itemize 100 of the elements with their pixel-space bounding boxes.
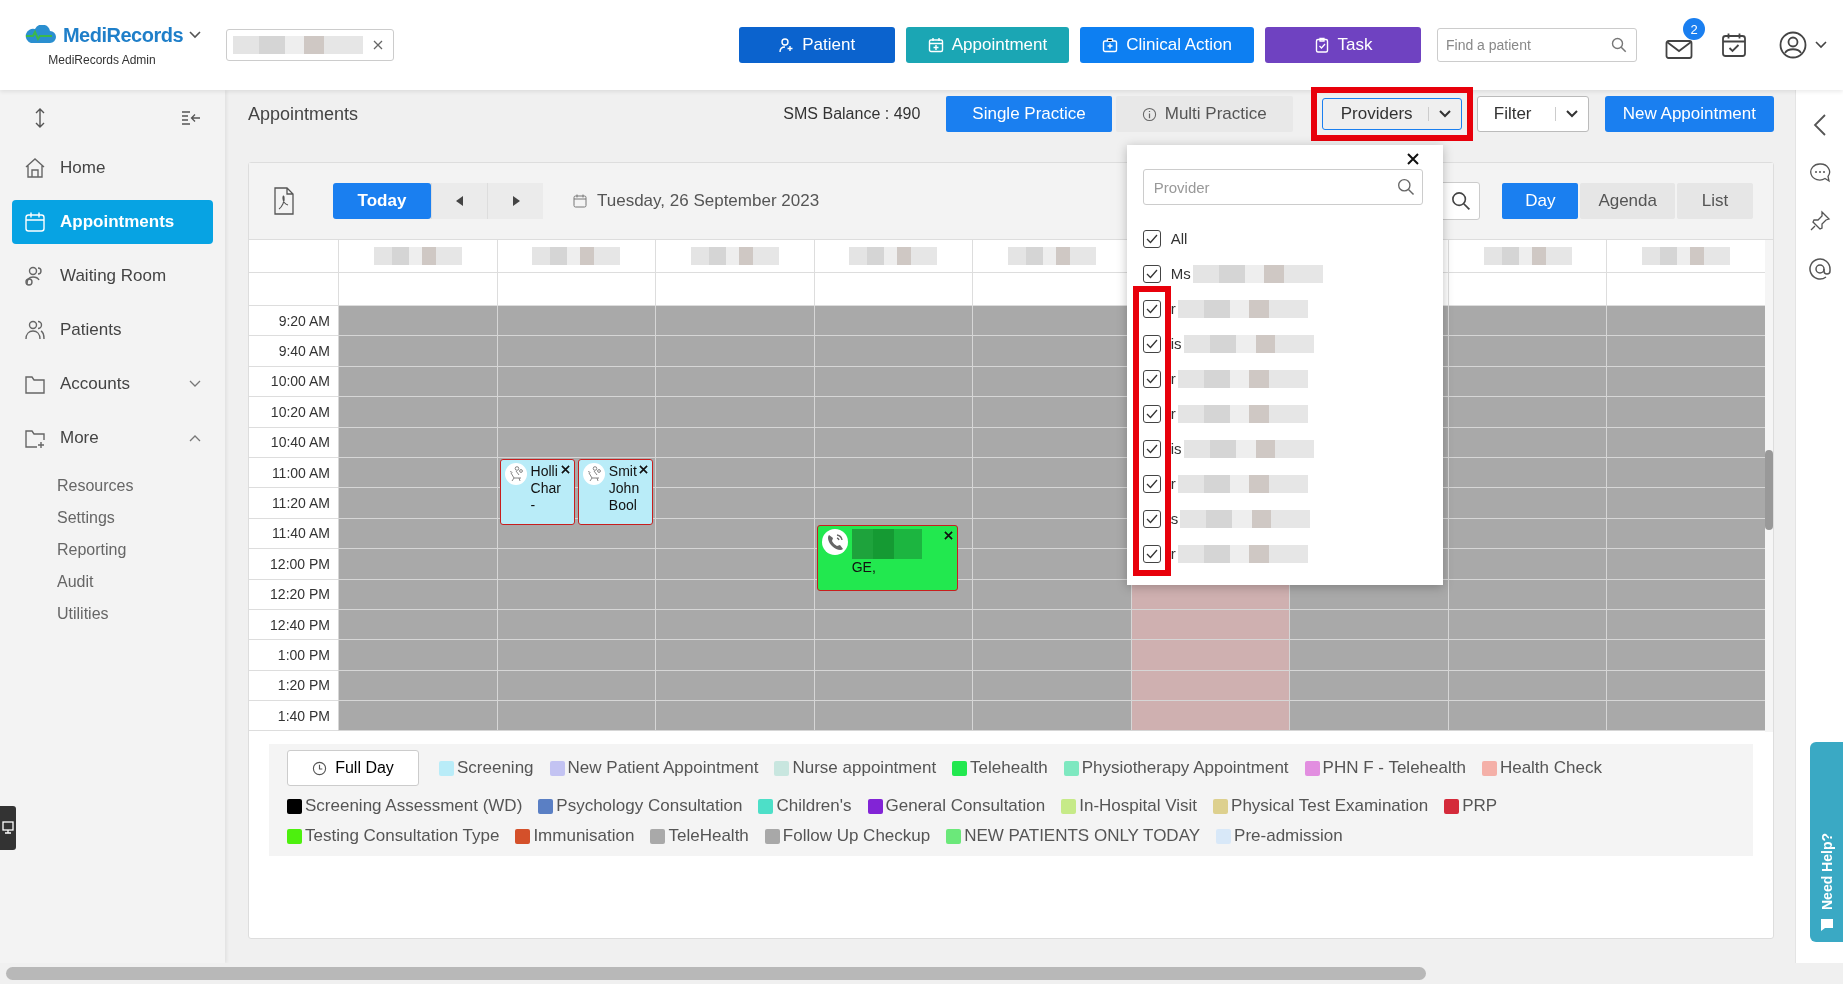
- appointment-card[interactable]: Smit John Bool: [577, 459, 654, 525]
- today-button[interactable]: Today: [333, 183, 431, 219]
- practice-mode-button[interactable]: Multi Practice: [1115, 96, 1293, 132]
- calendar-icon[interactable]: [1721, 32, 1747, 58]
- submenu-item[interactable]: Resources: [12, 470, 213, 502]
- checkbox[interactable]: [1142, 229, 1161, 248]
- practice-mode-button[interactable]: Single Practice: [946, 96, 1112, 132]
- action-button[interactable]: Task: [1265, 27, 1421, 63]
- notification-badge: 2: [1683, 18, 1705, 40]
- triangle-right-icon: [511, 196, 520, 206]
- clear-icon[interactable]: [373, 40, 383, 50]
- close-icon[interactable]: [639, 465, 649, 474]
- submenu-item[interactable]: Audit: [12, 566, 213, 598]
- view-tab[interactable]: List: [1677, 183, 1753, 219]
- pdf-icon[interactable]: [273, 187, 295, 215]
- provider-name[interactable]: s: [1170, 510, 1179, 527]
- scrollbar-thumb[interactable]: [6, 967, 1426, 980]
- chat-bubble-icon: [1818, 918, 1835, 932]
- folder-icon: [24, 373, 46, 395]
- checkbox[interactable]: [1142, 509, 1161, 528]
- caret-icon[interactable]: [1815, 41, 1827, 49]
- checkbox[interactable]: [1142, 474, 1161, 493]
- submenu-item[interactable]: Settings: [12, 502, 213, 534]
- mail-icon[interactable]: [1665, 38, 1693, 60]
- appointment-card[interactable]: GE,: [816, 524, 959, 591]
- close-icon[interactable]: [1406, 153, 1419, 165]
- checkbox[interactable]: [1142, 439, 1161, 458]
- schedule-column[interactable]: Holli Char - Smit John Bool: [496, 306, 656, 732]
- sidebar-item[interactable]: Patients: [12, 308, 213, 352]
- practice-field[interactable]: [226, 29, 394, 61]
- checkbox[interactable]: [1142, 544, 1161, 563]
- providers-button[interactable]: Providers: [1321, 98, 1462, 130]
- pin-icon[interactable]: [1808, 210, 1831, 232]
- legend-label: New Patient Appointment: [567, 758, 759, 778]
- submenu-item[interactable]: Utilities: [12, 598, 213, 630]
- provider-name[interactable]: All: [1170, 230, 1188, 247]
- submenu-item[interactable]: Reporting: [12, 534, 213, 566]
- legend-label: Psychology Consultation: [556, 796, 743, 816]
- close-icon[interactable]: [560, 465, 570, 474]
- chevron-down-icon[interactable]: [189, 380, 201, 388]
- new-appointment-button[interactable]: New Appointment: [1604, 96, 1774, 132]
- action-button[interactable]: Clinical Action: [1080, 27, 1254, 63]
- provider-name[interactable]: r: [1170, 370, 1176, 387]
- side-tab[interactable]: [0, 806, 16, 850]
- sidebar-item[interactable]: Home: [12, 146, 213, 190]
- provider-name[interactable]: r: [1170, 545, 1176, 562]
- appointment-text: -: [530, 497, 536, 514]
- medical-bag-icon: [1102, 37, 1119, 53]
- info-icon: [1141, 106, 1157, 122]
- legend-label: NEW PATIENTS ONLY TODAY: [964, 826, 1201, 846]
- provider-name[interactable]: is: [1170, 335, 1182, 352]
- close-icon[interactable]: [944, 530, 954, 540]
- appointment-text: Bool: [608, 497, 637, 514]
- calendar-plus-icon: [927, 37, 944, 53]
- scrollbar-thumb[interactable]: [1765, 450, 1773, 530]
- sms-balance: SMS Balance : 490: [783, 105, 921, 123]
- chat-icon[interactable]: [1808, 162, 1831, 184]
- provider-name[interactable]: Ms: [1170, 265, 1191, 282]
- calendar-icon: [24, 211, 46, 233]
- monitor-icon: [2, 821, 14, 835]
- provider-name[interactable]: r: [1170, 475, 1176, 492]
- provider-name[interactable]: r: [1170, 405, 1176, 422]
- appointment-text: John: [608, 480, 640, 497]
- checkbox[interactable]: [1142, 299, 1161, 318]
- checkbox[interactable]: [1142, 264, 1161, 283]
- chevron-left-icon[interactable]: [1812, 114, 1827, 136]
- legend-label: Immunisation: [533, 826, 635, 846]
- provider-name[interactable]: r: [1170, 300, 1176, 317]
- full-day-button[interactable]: Full Day: [287, 750, 419, 786]
- search-icon[interactable]: [1396, 178, 1415, 196]
- chevron-up-icon[interactable]: [189, 434, 201, 442]
- caret-icon[interactable]: [189, 31, 202, 39]
- filter-button[interactable]: Filter: [1476, 96, 1589, 132]
- legend-label: Nurse appointment: [792, 758, 937, 778]
- expand-vertical-icon[interactable]: [34, 108, 46, 128]
- search-icon[interactable]: [1611, 37, 1627, 53]
- sidebar-item[interactable]: Waiting Room: [12, 254, 213, 298]
- at-sign-icon[interactable]: [1808, 258, 1831, 280]
- sidebar-item[interactable]: Accounts: [12, 362, 213, 406]
- collapse-menu-icon[interactable]: [181, 110, 201, 126]
- checkbox[interactable]: [1142, 334, 1161, 353]
- legend-label: Pre-admission: [1234, 826, 1343, 846]
- appointment-card[interactable]: Holli Char -: [499, 459, 575, 525]
- people-icon: [24, 319, 46, 341]
- checkbox[interactable]: [1142, 369, 1161, 388]
- search-field[interactable]: Find a patient: [1437, 28, 1637, 62]
- dental-chair-icon: [582, 463, 605, 485]
- checkbox[interactable]: [1142, 404, 1161, 423]
- sidebar-item[interactable]: More: [12, 416, 213, 460]
- person-plus-icon: [778, 37, 795, 53]
- clock-icon: [312, 760, 328, 776]
- provider-name[interactable]: is: [1170, 440, 1182, 457]
- provider-search-field[interactable]: Provider: [1142, 169, 1423, 205]
- phone-icon: [821, 528, 848, 555]
- legend-label: Testing Consultation Type: [305, 826, 500, 846]
- action-button[interactable]: Patient: [738, 27, 895, 63]
- view-tab[interactable]: Day: [1502, 183, 1579, 219]
- user-avatar-icon[interactable]: [1779, 31, 1807, 59]
- schedule-column[interactable]: GE,: [813, 306, 973, 732]
- view-tab[interactable]: Agenda: [1580, 183, 1675, 219]
